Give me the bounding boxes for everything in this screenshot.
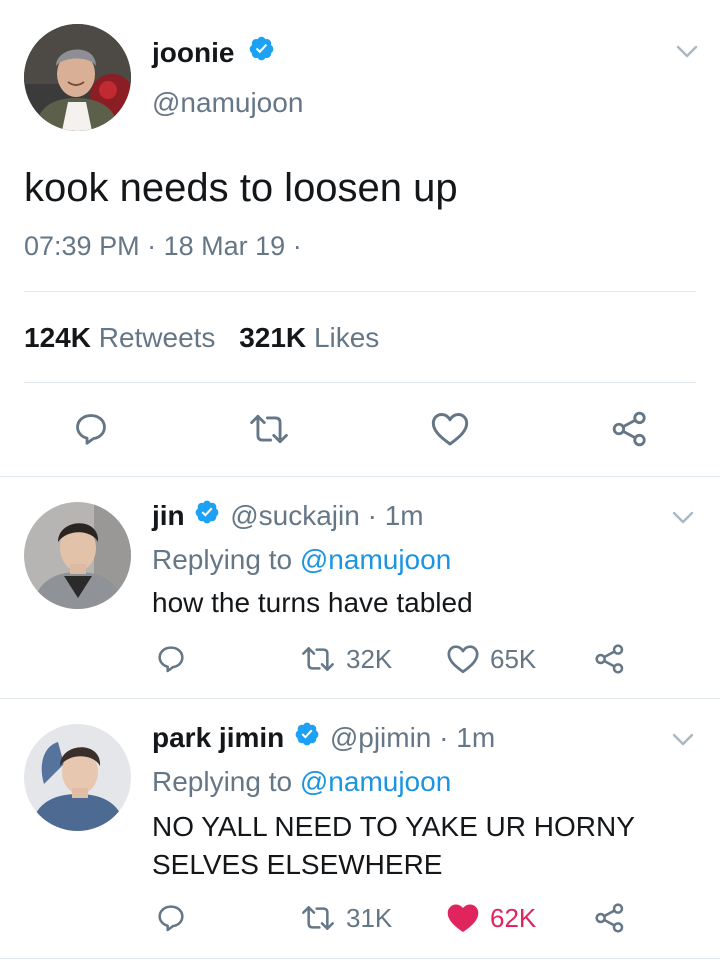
likes-count: 321K <box>239 322 307 353</box>
heart-icon <box>431 413 469 446</box>
author-handle[interactable]: @namujoon <box>152 86 303 120</box>
share-button[interactable] <box>594 902 626 934</box>
replying-label: Replying to <box>152 766 293 797</box>
retweet-icon <box>302 647 334 671</box>
author-handle[interactable]: @suckajin <box>230 500 360 531</box>
retweet-count: 31K <box>346 902 393 933</box>
divider <box>24 291 696 292</box>
divider <box>0 698 720 699</box>
verified-badge-icon <box>194 499 220 533</box>
reply-time[interactable]: 1m <box>385 500 424 531</box>
share-button[interactable] <box>610 410 650 448</box>
retweet-count: 32K <box>346 643 393 674</box>
replying-to: Replying to @namujoon <box>152 543 451 577</box>
likes-stat[interactable]: 321K Likes <box>239 322 379 353</box>
separator-dot: · <box>292 231 302 261</box>
tweet-time: 07:39 PM <box>24 231 140 261</box>
avatar[interactable] <box>24 724 131 831</box>
reply-button[interactable] <box>72 410 110 448</box>
reply-time[interactable]: 1m <box>456 722 495 753</box>
retweet-button[interactable]: 32K <box>300 643 392 675</box>
author-name[interactable]: park jimin <box>152 722 284 753</box>
reply-text: NO YALL NEED TO YAKE UR HORNY SELVES ELS… <box>152 808 635 884</box>
likes-label: Likes <box>313 322 380 353</box>
retweet-button[interactable]: 31K <box>300 902 392 934</box>
like-button[interactable]: 65K <box>446 643 536 675</box>
share-icon <box>595 903 624 933</box>
share-icon <box>612 411 646 447</box>
heart-icon <box>447 645 479 674</box>
avatar[interactable] <box>24 502 131 609</box>
verified-badge-icon <box>294 721 320 755</box>
heart-icon <box>447 904 479 932</box>
tweet-date: 18 Mar 19 <box>163 231 286 261</box>
replying-handle[interactable]: @namujoon <box>300 544 451 575</box>
share-icon <box>595 644 624 674</box>
retweet-icon <box>302 906 334 930</box>
like-count: 62K <box>490 902 537 933</box>
like-button[interactable] <box>430 410 470 448</box>
replying-label: Replying to <box>152 544 293 575</box>
like-count: 65K <box>490 643 537 674</box>
chevron-down-icon[interactable] <box>672 510 694 531</box>
author-name[interactable]: joonie <box>152 37 234 68</box>
reply-text: how the turns have tabled <box>152 586 473 620</box>
tweet-stats: 124K Retweets 321K Likes <box>24 321 379 355</box>
reply-text-line: NO YALL NEED TO YAKE UR HORNY <box>152 811 635 842</box>
verified-badge-icon <box>248 35 275 70</box>
author-handle[interactable]: @pjimin <box>330 722 432 753</box>
replying-to: Replying to @namujoon <box>152 765 451 799</box>
divider <box>0 958 720 959</box>
reply-header: jin @suckajin · 1m <box>152 499 424 535</box>
tweet-text: kook needs to loosen up <box>24 166 458 210</box>
tweet-timestamp[interactable]: 07:39 PM · 18 Mar 19 · <box>24 229 302 263</box>
like-button[interactable]: 62K <box>446 902 536 934</box>
separator-dot: · <box>147 231 157 261</box>
reply-icon <box>158 905 184 932</box>
retweet-button[interactable] <box>248 410 290 448</box>
avatar[interactable] <box>24 24 131 131</box>
reply-icon <box>158 646 184 673</box>
separator-dot: · <box>367 500 377 531</box>
replying-handle[interactable]: @namujoon <box>300 766 451 797</box>
retweets-count: 124K <box>24 322 91 353</box>
divider <box>0 476 720 477</box>
reply-button[interactable] <box>155 902 187 934</box>
reply-button[interactable] <box>155 643 187 675</box>
share-button[interactable] <box>594 643 626 675</box>
retweet-icon <box>250 414 288 444</box>
author-name[interactable]: jin <box>152 500 185 531</box>
reply-text-line: how the turns have tabled <box>152 587 473 618</box>
reply-text-line: SELVES ELSEWHERE <box>152 849 443 880</box>
divider <box>24 382 696 383</box>
retweets-label: Retweets <box>98 322 216 353</box>
author-row: joonie <box>152 36 275 72</box>
retweets-stat[interactable]: 124K Retweets <box>24 322 223 353</box>
chevron-down-icon[interactable] <box>676 44 698 65</box>
chevron-down-icon[interactable] <box>672 732 694 753</box>
reply-header: park jimin @pjimin · 1m <box>152 721 495 757</box>
separator-dot: · <box>439 722 449 753</box>
reply-icon <box>76 414 106 445</box>
